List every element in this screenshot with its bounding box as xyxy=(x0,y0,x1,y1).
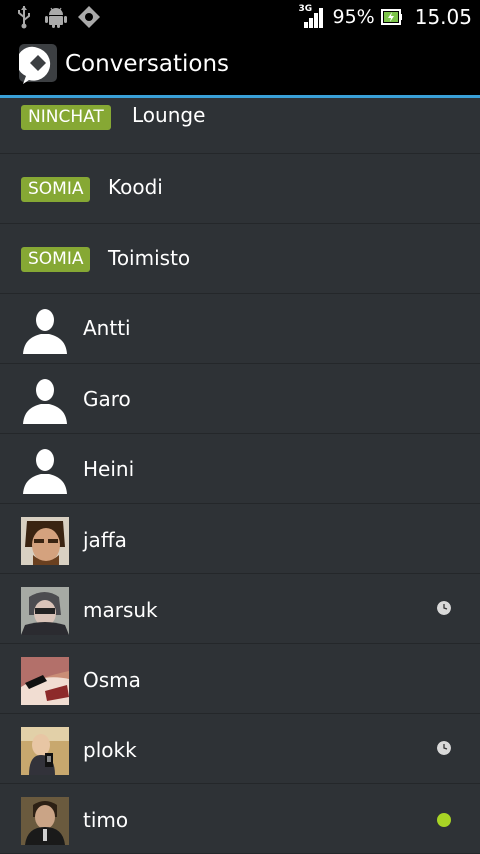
channel-badge: NINCHAT xyxy=(21,105,111,130)
list-item[interactable]: Antti xyxy=(0,294,480,364)
channel-name: Toimisto xyxy=(108,246,191,270)
idle-clock-icon xyxy=(437,601,451,615)
list-item[interactable]: timo xyxy=(0,784,480,854)
conversation-list[interactable]: NINCHAT Lounge SOMIA Koodi SOMIA Toimist… xyxy=(0,98,480,854)
avatar-photo xyxy=(21,727,69,775)
idle-clock-icon xyxy=(437,741,451,755)
contact-name: Garo xyxy=(83,387,131,411)
channel-name: Lounge xyxy=(132,103,206,127)
list-item[interactable]: SOMIA Koodi xyxy=(0,154,480,224)
contact-name: marsuk xyxy=(83,598,158,622)
usb-icon xyxy=(18,6,30,29)
ninchat-app-icon[interactable] xyxy=(19,44,57,86)
channel-badge: SOMIA xyxy=(21,177,91,202)
battery-charging-icon xyxy=(380,9,402,25)
contact-name: Heini xyxy=(83,457,135,481)
channel-name: Koodi xyxy=(108,175,163,199)
battery-percent: 95% xyxy=(332,6,375,28)
default-person-icon xyxy=(23,449,67,494)
avatar-photo xyxy=(21,517,69,565)
list-item[interactable]: NINCHAT Lounge xyxy=(0,98,480,154)
signal-icon: 3G xyxy=(299,4,325,29)
android-icon xyxy=(45,7,67,28)
channel-badge: SOMIA xyxy=(21,247,91,272)
clock: 15.05 xyxy=(414,5,472,29)
list-item[interactable]: Heini xyxy=(0,434,480,504)
contact-name: timo xyxy=(83,808,129,832)
contact-name: Antti xyxy=(83,316,131,340)
avatar-photo xyxy=(21,797,69,845)
list-item[interactable]: marsuk xyxy=(0,574,480,644)
avatar-photo xyxy=(21,657,69,705)
avatar-photo xyxy=(21,587,69,635)
status-bar: 3G 95% 15.05 xyxy=(0,0,480,34)
action-bar: Conversations xyxy=(0,34,480,96)
online-dot-icon xyxy=(437,813,451,827)
ninchat-notification-icon xyxy=(78,6,100,28)
contact-name: Osma xyxy=(83,668,141,692)
list-item[interactable]: jaffa xyxy=(0,504,480,574)
list-item[interactable]: Osma xyxy=(0,644,480,714)
default-person-icon xyxy=(23,379,67,424)
list-item[interactable]: plokk xyxy=(0,714,480,784)
default-person-icon xyxy=(23,309,67,354)
page-title: Conversations xyxy=(65,51,230,77)
contact-name: jaffa xyxy=(83,528,127,552)
list-item[interactable]: Garo xyxy=(0,364,480,434)
list-item[interactable]: SOMIA Toimisto xyxy=(0,224,480,294)
contact-name: plokk xyxy=(83,738,137,762)
